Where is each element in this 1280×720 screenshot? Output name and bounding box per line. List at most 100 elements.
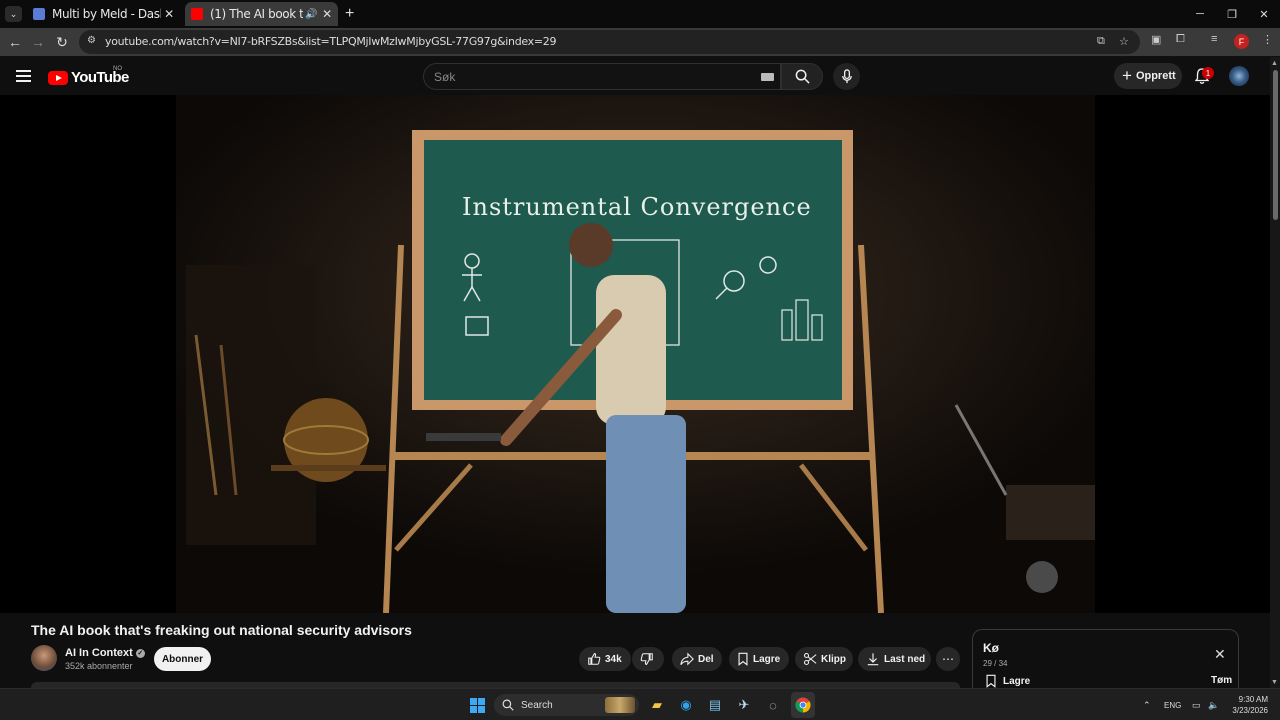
tab-title: Multi by Meld - Dashboard. [52,7,161,21]
create-label: Opprett [1135,70,1176,82]
thumbs-down-icon [640,653,653,665]
like-button[interactable]: 34k [579,647,631,671]
file-explorer-icon[interactable]: ▰ [647,695,667,715]
plus-icon: + [1122,66,1132,85]
channel-name[interactable]: AI In Context [65,647,133,659]
dislike-button[interactable] [632,647,664,671]
app-window-icon[interactable]: ▤ [705,695,725,715]
audio-playing-icon[interactable]: 🔊 [305,9,317,20]
app-launcher-icon[interactable]: ✈ [734,695,754,715]
youtube-header: YouTube NO Søk + Opprett [0,57,1270,95]
chalkboard-title: Instrumental Convergence [462,193,812,221]
share-button[interactable]: Del [672,647,722,671]
media-controls-icon[interactable]: ≡ [1211,33,1217,45]
bookmark-icon [738,652,748,666]
windows-taskbar: Search ▰ ◉ ▤ ✈ ◌ ⌃ ENG ▭ 🔈 9:30 AM 3/23/… [0,688,1280,720]
chrome-browser-icon[interactable] [793,695,813,715]
install-app-icon[interactable]: ⧉ [1097,35,1105,48]
account-avatar[interactable] [1229,66,1249,86]
tab-meld-dashboard[interactable]: Multi by Meld - Dashboard. ✕ [27,2,180,26]
thumbs-up-icon [588,653,601,665]
menu-icon[interactable] [16,70,31,82]
close-tab-icon[interactable]: ✕ [319,7,335,21]
download-icon [867,653,879,666]
more-actions-button[interactable]: ⋯ [936,647,960,671]
back-arrow-icon[interactable]: ← [6,33,24,51]
restore-icon[interactable]: ❐ [1216,0,1248,28]
microphone-icon [841,69,852,84]
browser-menu-icon[interactable]: ⋮ [1262,33,1273,46]
browser-toolbar: ← → ↻ ⚙ youtube.com/watch?v=NI7-bRFSZBs&… [0,28,1280,56]
download-button[interactable]: Last ned [858,647,931,671]
verified-check-icon: ✓ [135,648,145,658]
address-bar[interactable]: ⚙ youtube.com/watch?v=NI7-bRFSZBs&list=T… [79,30,1140,54]
youtube-play-icon [48,70,68,85]
window-controls: ─ ❐ ✕ [1184,0,1280,28]
share-arrow-icon [680,652,694,666]
save-button[interactable]: Lagre [729,647,789,671]
network-icon[interactable]: ▭ [1192,700,1201,711]
channel-name-row[interactable]: AI In Context ✓ [65,647,145,659]
queue-panel: Kø 29 / 34 ✕ Lagre Tøm [972,629,1239,688]
scissors-icon [803,652,817,666]
queue-save-label: Lagre [1003,675,1031,687]
create-button[interactable]: + Opprett [1114,63,1182,89]
search-placeholder: Søk [434,70,456,84]
taskbar-search[interactable]: Search [494,694,639,716]
minimize-icon[interactable]: ─ [1184,0,1216,28]
notification-badge: 1 [1202,67,1214,79]
edge-browser-icon[interactable]: ◉ [676,695,696,715]
subscriber-count: 352k abonnenter [65,661,133,671]
volume-icon[interactable]: 🔈 [1208,700,1219,711]
keyboard-icon[interactable] [761,73,774,81]
windows-start-icon[interactable] [470,698,485,713]
tab-search-button[interactable]: ⌄ [5,6,22,22]
video-player[interactable]: Instrumental Convergence [176,95,1095,613]
tab-title: (1) The AI book that's freakin [210,7,303,21]
url-text: youtube.com/watch?v=NI7-bRFSZBs&list=TLP… [105,35,557,48]
clip-label: Klipp [821,653,846,665]
taskbar-clock[interactable]: 9:30 AM 3/23/2026 [1228,694,1268,716]
close-queue-icon[interactable]: ✕ [1214,646,1226,663]
bookmark-star-icon[interactable]: ☆ [1119,35,1129,48]
scrollbar-thumb[interactable] [1273,70,1278,220]
region-code: NO [113,66,122,72]
browser-tab-bar: ⌄ Multi by Meld - Dashboard. ✕ (1) The A… [0,0,1280,28]
like-count: 34k [605,653,622,665]
voice-search-button[interactable] [833,63,860,90]
subscribe-button[interactable]: Abonner [154,647,211,671]
video-title: The AI book that's freaking out national… [31,622,412,638]
app-with-badge-icon[interactable]: ◌ [763,695,783,715]
close-window-icon[interactable]: ✕ [1248,0,1280,28]
queue-title: Kø [983,641,999,655]
new-tab-button[interactable]: + [345,5,354,23]
forward-arrow-icon[interactable]: → [29,33,47,51]
download-label: Last ned [884,653,926,665]
meld-extension-icon[interactable]: ▣ [1151,33,1161,46]
youtube-favicon-icon [191,8,203,20]
reload-icon[interactable]: ↻ [53,33,71,51]
taskbar-search-label: Search [521,699,553,711]
channel-avatar[interactable] [31,645,57,671]
clip-button[interactable]: Klipp [795,647,853,671]
video-frame-illustration [176,95,1095,613]
extensions-puzzle-icon[interactable]: ⧠ [1176,33,1185,46]
queue-clear-button[interactable]: Tøm [1211,675,1232,686]
queue-position: 29 / 34 [983,659,1008,668]
save-label: Lagre [753,653,781,665]
language-indicator[interactable]: ENG [1164,701,1181,710]
scroll-up-arrow-icon[interactable]: ▲ [1271,60,1278,67]
search-button[interactable] [781,63,823,90]
search-icon [502,699,514,711]
clock-time: 9:30 AM [1238,695,1268,704]
scroll-down-arrow-icon[interactable]: ▼ [1271,679,1278,686]
queue-save-button[interactable]: Lagre [985,674,1030,688]
show-hidden-icons-chevron[interactable]: ⌃ [1143,700,1151,711]
profile-avatar[interactable]: F [1234,34,1249,49]
tab-youtube-video[interactable]: (1) The AI book that's freakin 🔊 ✕ [185,2,338,26]
search-input[interactable]: Søk [423,63,781,90]
more-dots-icon: ⋯ [942,652,954,666]
close-tab-icon[interactable]: ✕ [161,7,177,21]
site-info-icon[interactable]: ⚙ [87,35,96,46]
meld-favicon-icon [33,8,45,20]
